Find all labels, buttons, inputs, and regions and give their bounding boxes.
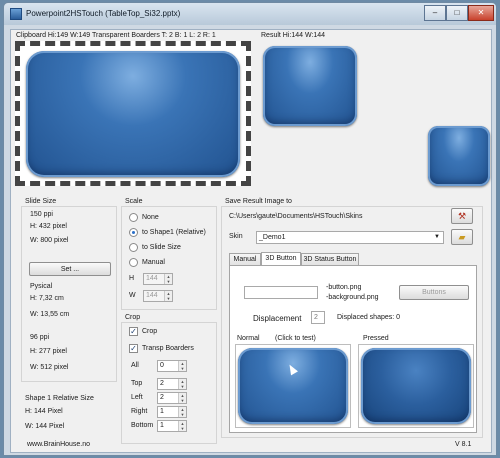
- scale-none-label: None: [142, 214, 159, 221]
- scale-shape-radio[interactable]: [129, 228, 138, 237]
- clipboard-image: [15, 41, 251, 186]
- version-label: V 8.1: [455, 441, 472, 448]
- crop-all-value: 0: [160, 362, 164, 369]
- button-name-input[interactable]: [244, 286, 318, 299]
- save-path: C:\Users\gaute\Documents\HSTouch\Skins: [229, 213, 363, 220]
- result-preview-large: [263, 46, 357, 126]
- normal-test-button[interactable]: [238, 348, 348, 424]
- tools-button[interactable]: ⚒: [451, 208, 473, 224]
- set-button[interactable]: Set ...: [29, 262, 111, 276]
- scale-h-label: H: [129, 275, 135, 282]
- scale-w-label: W: [129, 292, 136, 299]
- normal-label: Normal: [237, 335, 260, 342]
- tab-3d-button[interactable]: 3D Button: [261, 252, 301, 265]
- crop-right-input[interactable]: 1 ▲ ▼: [157, 406, 187, 418]
- ppi-96-width: W: 512 pixel: [30, 364, 69, 371]
- save-title: Save Result Image to: [225, 198, 292, 205]
- physical-height: H: 7,32 cm: [30, 295, 64, 302]
- scale-none-radio[interactable]: [129, 213, 138, 222]
- shape-relative-title: Shape 1 Relative Size: [25, 395, 94, 402]
- displacement-input[interactable]: 2: [311, 311, 325, 324]
- app-window: Powerpoint2HSTouch (TableTop_Si32.pptx) …: [3, 2, 497, 456]
- ppi-96: 96 ppi: [30, 334, 50, 341]
- crop-checkbox[interactable]: ✓: [129, 327, 138, 336]
- physical-width: W: 13,55 cm: [30, 311, 70, 318]
- displacement-label: Displacement: [253, 314, 302, 323]
- skin-value: _Demo1: [259, 234, 286, 241]
- crop-left-value: 2: [160, 394, 164, 401]
- transp-label: Transp Boarders: [142, 345, 194, 352]
- result-preview-small: [428, 126, 490, 186]
- spin-arrows-icon[interactable]: ▲ ▼: [178, 421, 186, 431]
- spin-arrows-icon[interactable]: ▲ ▼: [178, 393, 186, 403]
- scale-manual-label: Manual: [142, 259, 165, 266]
- crop-bottom-input[interactable]: 1 ▲ ▼: [157, 420, 187, 432]
- app-icon: [10, 8, 22, 20]
- buttons-button[interactable]: Buttons: [399, 285, 469, 300]
- crop-label: Crop: [142, 328, 158, 335]
- file-background-label: -background.png: [326, 294, 379, 301]
- transp-checkbox[interactable]: ✓: [129, 344, 138, 353]
- scale-slide-label: to Slide Size: [142, 244, 181, 251]
- slide-height: H: 432 pixel: [30, 223, 67, 230]
- scale-h-value: 144: [146, 275, 158, 282]
- chevron-down-icon: ▼: [434, 234, 440, 240]
- clipboard-shape: [26, 51, 240, 177]
- clipboard-header: Clipboard Hi:149 W:149 Transparent Board…: [16, 32, 216, 39]
- spin-arrows-icon[interactable]: ▲ ▼: [178, 407, 186, 417]
- tab-manual[interactable]: Manual: [229, 253, 261, 265]
- crop-all-input[interactable]: 0 ▲ ▼: [157, 360, 187, 372]
- pressed-preview-button: [361, 348, 471, 424]
- crop-title: Crop: [125, 314, 141, 321]
- slide-size-title: Slide Size: [25, 198, 57, 205]
- maximize-button[interactable]: □: [446, 5, 468, 21]
- title-bar[interactable]: Powerpoint2HSTouch (TableTop_Si32.pptx) …: [4, 3, 496, 25]
- file-button-label: -button.png: [326, 284, 362, 291]
- spin-arrows-icon[interactable]: ▲ ▼: [164, 274, 172, 284]
- website-link[interactable]: www.BrainHouse.no: [27, 441, 90, 448]
- shape-relative-height: H: 144 Pixel: [25, 408, 63, 415]
- physical-label: Pysical: [30, 283, 53, 290]
- scale-w-input[interactable]: 144 ▲ ▼: [143, 290, 173, 302]
- spin-arrows-icon[interactable]: ▲ ▼: [178, 361, 186, 371]
- scale-title: Scale: [125, 198, 143, 205]
- displaced-shapes: Displaced shapes: 0: [337, 314, 401, 321]
- crop-bottom-label: Bottom: [131, 422, 154, 429]
- scale-manual-radio[interactable]: [129, 258, 138, 267]
- pressed-label: Pressed: [363, 335, 389, 342]
- spin-arrows-icon[interactable]: ▲ ▼: [178, 379, 186, 389]
- click-hint: (Click to test): [275, 335, 316, 342]
- crop-top-input[interactable]: 2 ▲ ▼: [157, 378, 187, 390]
- minimize-button[interactable]: –: [424, 5, 446, 21]
- crop-left-label: Left: [131, 394, 143, 401]
- scale-h-input[interactable]: 144 ▲ ▼: [143, 273, 173, 285]
- crop-right-label: Right: [131, 408, 148, 415]
- scale-w-value: 144: [146, 292, 158, 299]
- ppi-96-height: H: 277 pixel: [30, 348, 67, 355]
- slide-width: W: 800 pixel: [30, 237, 69, 244]
- crop-left-input[interactable]: 2 ▲ ▼: [157, 392, 187, 404]
- tools-icon: ⚒: [457, 211, 467, 221]
- folder-icon: ▰: [458, 232, 466, 242]
- slide-ppi: 150 ppi: [30, 211, 53, 218]
- crop-top-value: 2: [160, 380, 164, 387]
- close-button[interactable]: ✕: [468, 5, 494, 21]
- open-folder-button[interactable]: ▰: [451, 229, 473, 245]
- tab-3d-status-button[interactable]: 3D Status Button: [301, 253, 359, 265]
- crop-all-label: All: [131, 362, 139, 369]
- crop-top-label: Top: [131, 380, 143, 387]
- client-area: Clipboard Hi:149 W:149 Transparent Board…: [10, 29, 492, 453]
- shape-relative-width: W: 144 Pixel: [25, 423, 65, 430]
- slide-size-group: [21, 206, 117, 382]
- scale-shape-label: to Shape1 (Relative): [142, 229, 206, 236]
- crop-bottom-value: 1: [160, 422, 164, 429]
- spin-arrows-icon[interactable]: ▲ ▼: [164, 291, 172, 301]
- result-header: Result Hi:144 W:144: [261, 32, 326, 39]
- window-title: Powerpoint2HSTouch (TableTop_Si32.pptx): [26, 9, 181, 18]
- skin-select[interactable]: _Demo1 ▼: [256, 231, 444, 244]
- crop-right-value: 1: [160, 408, 164, 415]
- skin-label: Skin: [229, 233, 243, 240]
- scale-slide-radio[interactable]: [129, 243, 138, 252]
